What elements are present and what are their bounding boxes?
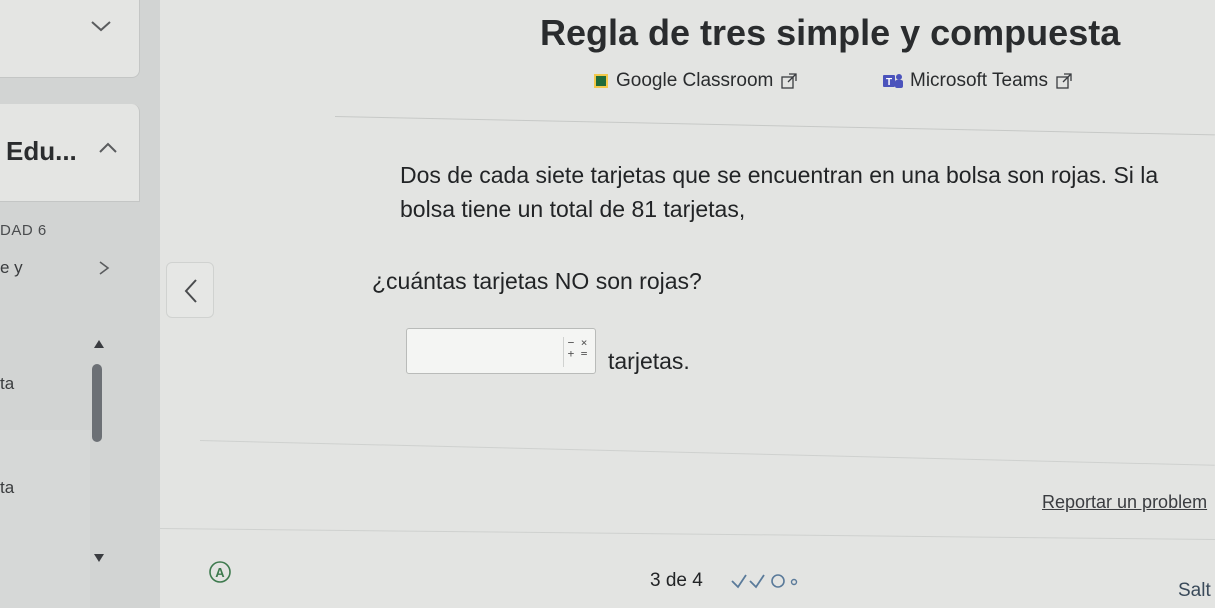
external-link-icon	[781, 73, 797, 89]
sidebar-item-lesson[interactable]: e y	[0, 258, 23, 278]
footer-divider	[159, 528, 1215, 541]
answer-input[interactable]: − × + =	[406, 328, 596, 374]
math-keypad-icon[interactable]: − × + =	[563, 337, 589, 367]
skip-button[interactable]: Salt	[1178, 580, 1211, 602]
external-link-icon	[1056, 73, 1072, 89]
exercise-panel: Regla de tres simple y compuesta Google …	[159, 0, 1215, 608]
share-microsoft-teams-label: Microsoft Teams	[910, 70, 1048, 91]
chevron-up-icon[interactable]	[94, 140, 122, 156]
chevron-down-icon[interactable]	[86, 16, 116, 36]
previous-button[interactable]	[166, 262, 214, 318]
progress-marks	[731, 574, 798, 589]
page-title: Regla de tres simple y compuesta	[540, 12, 1121, 53]
scroll-down-icon[interactable]	[92, 552, 106, 564]
scrollbar-thumb[interactable]	[92, 364, 102, 442]
google-classroom-icon	[594, 74, 608, 88]
sidebar-list-bottom	[0, 430, 90, 608]
progress-current-circle	[771, 574, 785, 588]
share-microsoft-teams-link[interactable]: T Microsoft Teams	[882, 70, 1072, 92]
chevron-left-icon	[184, 279, 197, 303]
answer-unit: tarjetas.	[608, 348, 690, 374]
sidebar-item-2[interactable]: ta	[0, 478, 14, 498]
unit-label: DAD 6	[0, 222, 47, 239]
question-text: Dos de cada siete tarjetas que se encuen…	[400, 158, 1215, 226]
progress-pending-dot	[790, 578, 798, 586]
accessibility-icon[interactable]: A	[208, 560, 232, 584]
sidebar-card-top	[0, 0, 140, 78]
divider	[334, 116, 1215, 136]
sidebar: Edu... DAD 6 e y ta ta	[0, 0, 160, 608]
share-google-classroom-link[interactable]: Google Classroom	[594, 70, 797, 92]
scroll-up-icon[interactable]	[92, 338, 106, 350]
question-line-1: Dos de cada siete tarjetas que se encuen…	[400, 162, 1159, 188]
svg-text:T: T	[886, 77, 892, 88]
divider	[199, 440, 1215, 466]
progress-check-1	[731, 574, 747, 589]
math-icon-bottom: + =	[567, 347, 588, 360]
progress-text: 3 de 4	[650, 570, 703, 591]
sidebar-item-1[interactable]: ta	[0, 374, 14, 394]
microsoft-teams-icon: T	[883, 74, 903, 88]
svg-text:A: A	[215, 565, 225, 580]
question-ask: ¿cuántas tarjetas NO son rojas?	[372, 268, 702, 294]
progress-check-2	[749, 574, 765, 589]
report-problem-link[interactable]: Reportar un problem	[1042, 492, 1207, 513]
chevron-right-icon[interactable]	[96, 258, 112, 278]
course-title[interactable]: Edu...	[6, 136, 77, 167]
question-line-2: bolsa tiene un total de 81 tarjetas,	[400, 196, 746, 222]
share-google-classroom-label: Google Classroom	[616, 70, 774, 91]
